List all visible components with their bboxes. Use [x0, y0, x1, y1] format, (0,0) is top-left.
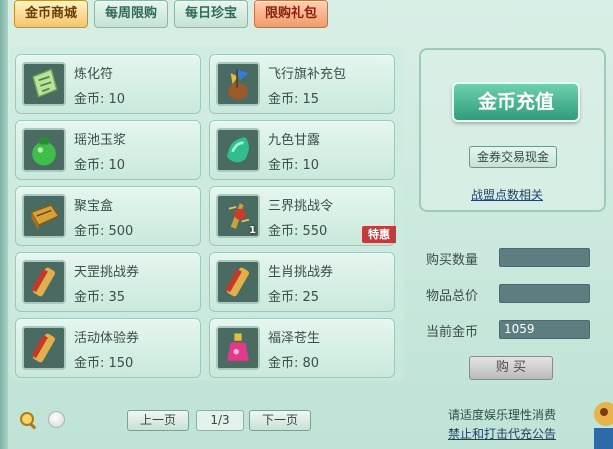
scroll-icon [22, 260, 66, 304]
corner-character-icon[interactable] [586, 392, 613, 449]
item-card[interactable]: 1 三界挑战令 金币: 550 特惠 [209, 186, 396, 246]
item-price: 金币: 150 [74, 356, 134, 371]
item-name: 三界挑战令 [268, 199, 334, 214]
jade-potion-icon [22, 128, 66, 172]
item-price: 金币: 10 [74, 158, 126, 173]
tab-weekly-limited[interactable]: 每周限购 [94, 0, 169, 28]
current-gold-label: 当前金币 [426, 325, 479, 340]
item-price: 金币: 80 [268, 356, 320, 371]
item-name: 天罡挑战券 [74, 265, 140, 280]
item-card[interactable]: 九色甘露 金币: 10 [209, 120, 395, 180]
tab-gold-mall[interactable]: 金币商城 [14, 0, 89, 28]
recharge-panel: 金币充值 金券交易现金 战盟点数相关 [419, 48, 606, 212]
item-price: 金币: 500 [74, 224, 134, 239]
total-price-label: 物品总价 [426, 289, 479, 304]
buy-quantity-label: 购买数量 [426, 253, 479, 268]
alliance-points-link[interactable]: 战盟点数相关 [471, 186, 543, 203]
item-price: 金币: 10 [268, 158, 320, 173]
coupon-trade-button[interactable]: 金券交易现金 [469, 146, 557, 168]
total-price-field [499, 284, 590, 303]
item-name: 炼化符 [74, 67, 114, 82]
buy-button[interactable]: 购 买 [469, 356, 553, 380]
prev-page-button[interactable]: 上一页 [127, 410, 189, 431]
item-name: 聚宝盒 [74, 199, 114, 214]
item-name: 瑶池玉浆 [74, 133, 127, 148]
notice-text: 请适度娱乐理性消费 [448, 408, 557, 422]
anti-proxy-recharge-link[interactable]: 禁止和打击代充公告 [448, 425, 556, 442]
potion-bottle-icon [216, 326, 260, 370]
item-name: 飞行旗补充包 [268, 67, 347, 82]
magnifier-icon[interactable] [18, 410, 38, 430]
item-name: 活动体验券 [74, 331, 140, 346]
item-card[interactable]: 活动体验券 金币: 150 [15, 318, 201, 378]
item-card[interactable]: 炼化符 金币: 10 [15, 54, 201, 114]
dew-gem-icon [216, 128, 260, 172]
item-quantity: 1 [249, 225, 256, 236]
item-price: 金币: 15 [268, 92, 320, 107]
treasure-box-icon [22, 194, 66, 238]
scroll-icon [22, 326, 66, 370]
item-card[interactable]: 天罡挑战券 金币: 35 [15, 252, 201, 312]
flag-bag-icon [216, 62, 260, 106]
item-name: 生肖挑战券 [268, 265, 334, 280]
page-indicator: 1/3 [196, 410, 244, 431]
item-price: 金币: 550 [268, 224, 328, 239]
item-card[interactable]: 聚宝盒 金币: 500 [15, 186, 201, 246]
recharge-button[interactable]: 金币充值 [452, 82, 580, 122]
item-price: 金币: 35 [74, 290, 126, 305]
current-gold-field: 1059 [499, 320, 590, 339]
toggle-dot[interactable] [48, 411, 65, 428]
talisman-icon [22, 62, 66, 106]
tab-daily-treasure[interactable]: 每日珍宝 [174, 0, 249, 28]
item-price: 金币: 10 [74, 92, 126, 107]
scroll-icon [216, 260, 260, 304]
buy-quantity-field[interactable] [499, 248, 590, 267]
tab-limited-pack[interactable]: 限购礼包 [254, 0, 329, 28]
item-card[interactable]: 生肖挑战券 金币: 25 [209, 252, 395, 312]
next-page-button[interactable]: 下一页 [249, 410, 311, 431]
item-card[interactable]: 飞行旗补充包 金币: 15 [209, 54, 395, 114]
item-name: 福泽苍生 [268, 331, 321, 346]
item-card[interactable]: 福泽苍生 金币: 80 [209, 318, 395, 378]
item-price: 金币: 25 [268, 290, 320, 305]
challenge-token-icon: 1 [216, 194, 260, 238]
left-edge-decoration [0, 0, 8, 449]
special-offer-badge: 特惠 [362, 226, 396, 243]
shop-tabs: 金币商城 每周限购 每日珍宝 限购礼包 [14, 0, 329, 30]
item-name: 九色甘露 [268, 133, 321, 148]
item-card[interactable]: 瑶池玉浆 金币: 10 [15, 120, 201, 180]
